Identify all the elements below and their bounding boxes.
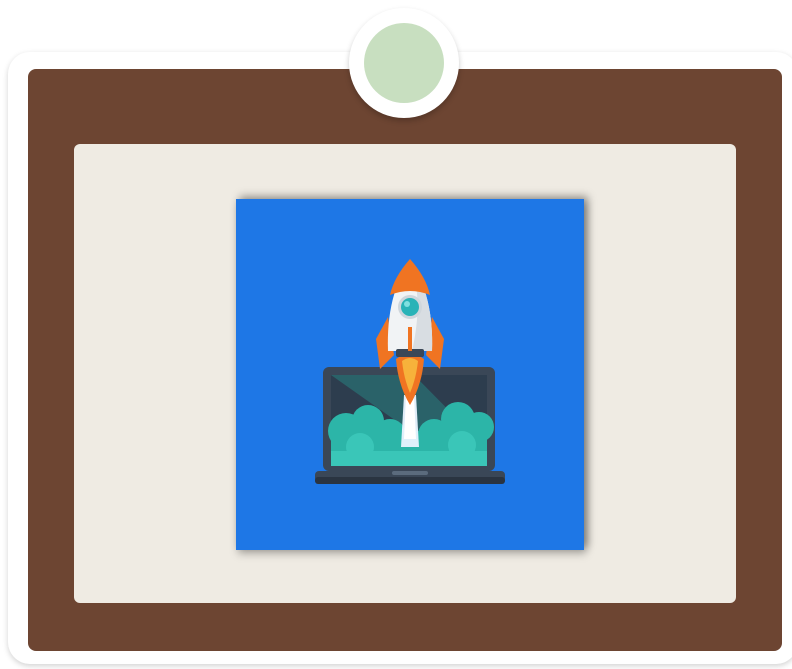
rocket-laptop-illustration	[236, 199, 584, 550]
pin-icon	[349, 8, 459, 118]
pin-head	[364, 23, 444, 103]
rocket-icon	[376, 259, 444, 369]
illustration-canvas	[315, 259, 505, 484]
